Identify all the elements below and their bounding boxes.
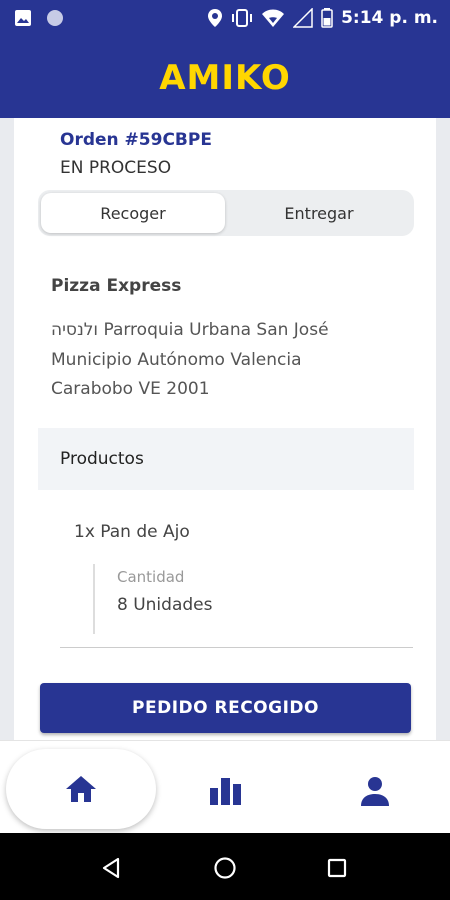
bottom-navigation	[0, 740, 450, 833]
bar-chart-icon	[210, 778, 241, 805]
store-name: Pizza Express	[51, 276, 182, 296]
main-content[interactable]: Orden #59CBPE EN PROCESO Recoger Entrega…	[0, 118, 450, 740]
address-line-1: ולנסיה Parroquia Urbana San José	[51, 320, 329, 340]
products-header: Productos	[38, 428, 414, 490]
signal-icon	[293, 8, 313, 28]
app-header: AMIKO	[0, 38, 450, 118]
divider	[60, 647, 413, 648]
system-home-button[interactable]	[210, 853, 240, 883]
system-navigation-bar	[0, 833, 450, 900]
back-icon	[102, 857, 120, 879]
status-right-icons: 5:14 p. m.	[207, 8, 438, 28]
home-icon	[66, 776, 96, 802]
address-line-2: Municipio Autónomo Valencia	[51, 349, 302, 370]
location-icon	[208, 9, 223, 27]
pickup-delivery-tabs: Recoger Entregar	[38, 190, 414, 236]
status-time: 5:14 p. m.	[341, 8, 438, 28]
system-recents-button[interactable]	[322, 853, 352, 883]
recents-icon	[327, 858, 347, 878]
battery-icon	[321, 8, 333, 28]
store-address: ולנסיה Parroquia Urbana San José Municip…	[51, 316, 329, 405]
quantity-label: Cantidad	[117, 568, 185, 586]
status-bar: 5:14 p. m.	[0, 0, 450, 38]
vibrate-icon	[232, 9, 253, 27]
order-title: Orden #59CBPE	[60, 130, 212, 150]
person-icon	[361, 777, 389, 806]
wifi-icon	[262, 9, 285, 27]
image-icon	[15, 10, 31, 26]
circle-icon	[47, 10, 63, 26]
address-line-3: Carabobo VE 2001	[51, 379, 210, 399]
product-detail-line	[93, 564, 95, 634]
tab-recoger[interactable]: Recoger	[41, 193, 225, 233]
app-logo: AMIKO	[159, 58, 291, 98]
nav-profile[interactable]	[355, 771, 395, 811]
nav-home[interactable]	[6, 749, 156, 829]
status-left-icons	[14, 9, 64, 27]
system-back-button[interactable]	[96, 853, 126, 883]
quantity-value: 8 Unidades	[117, 595, 213, 615]
order-card: Orden #59CBPE EN PROCESO Recoger Entrega…	[14, 118, 436, 740]
order-status: EN PROCESO	[60, 158, 172, 178]
product-item-name: 1x Pan de Ajo	[74, 522, 190, 542]
order-picked-up-button[interactable]: PEDIDO RECOGIDO	[40, 683, 411, 733]
nav-stats[interactable]	[206, 771, 246, 811]
tab-entregar[interactable]: Entregar	[227, 193, 411, 233]
home-circle-icon	[214, 857, 236, 879]
